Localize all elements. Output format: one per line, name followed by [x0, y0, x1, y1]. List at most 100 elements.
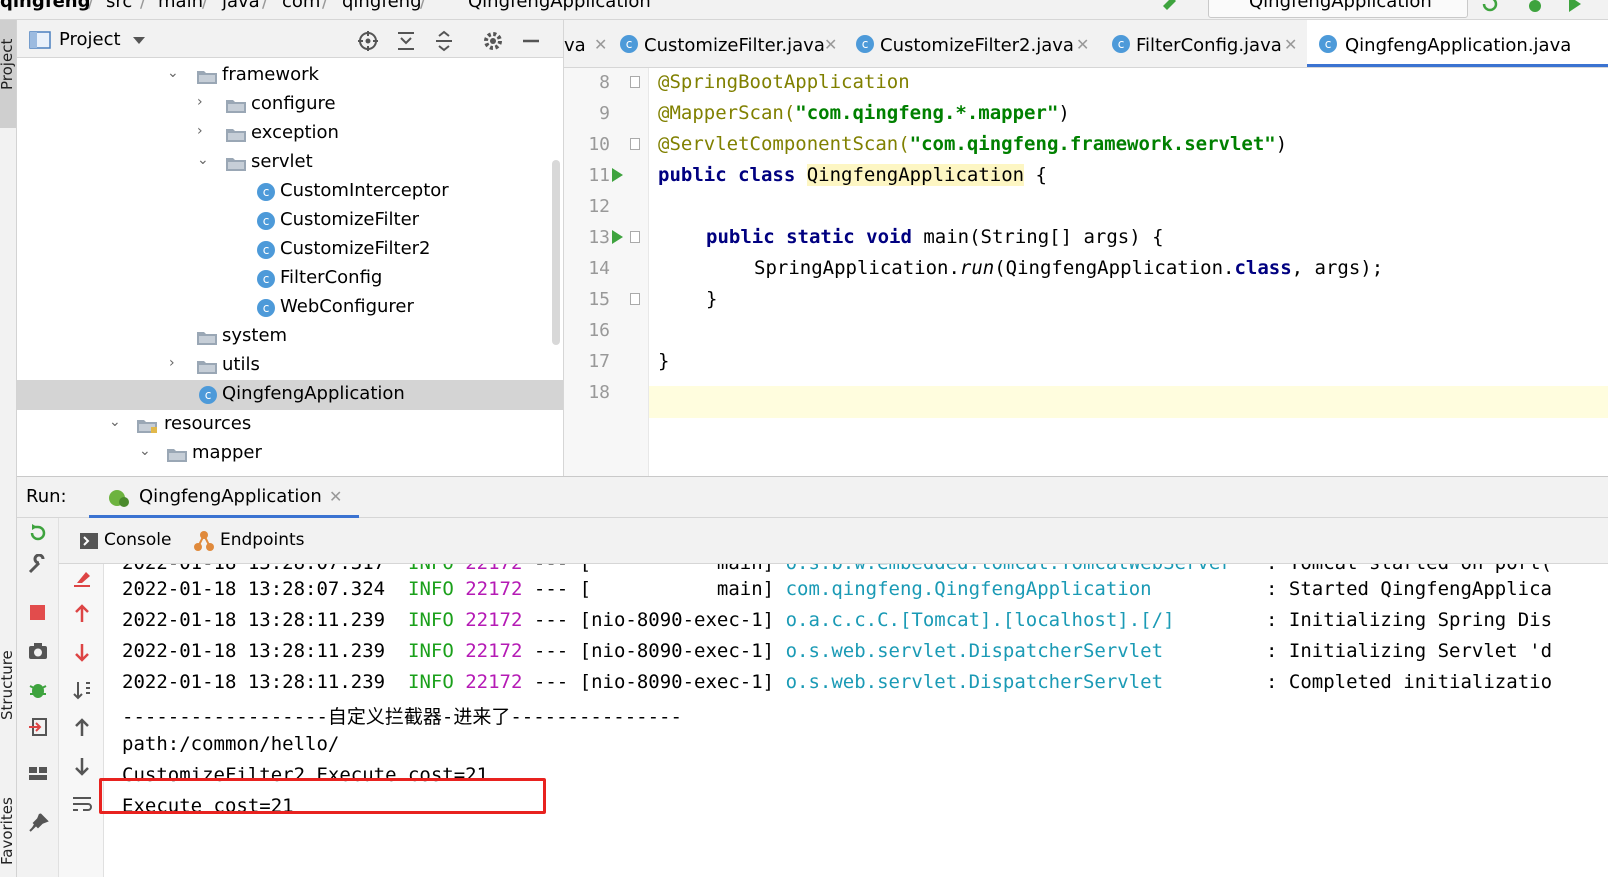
scroll-down-button[interactable]	[59, 751, 104, 781]
breadcrumb-item[interactable]: main	[158, 0, 203, 12]
collapse-all-icon[interactable]	[433, 30, 455, 52]
tree-item-label: WebConfigurer	[280, 296, 414, 317]
chevron-down-icon[interactable]: ⌄	[109, 414, 121, 430]
code-editor[interactable]: 8 9 10 11 12 13 14 15 16 17 18 @SpringBo…	[564, 68, 1608, 476]
close-icon[interactable]: ✕	[824, 35, 837, 54]
close-icon[interactable]: ✕	[1284, 35, 1297, 54]
stop-button[interactable]	[17, 598, 59, 628]
breadcrumb-item[interactable]: qingfeng	[0, 0, 91, 12]
tree-item-custominterceptor[interactable]: c CustomInterceptor	[17, 177, 563, 207]
exit-button[interactable]	[17, 712, 59, 742]
tab-console[interactable]: Console	[104, 530, 172, 550]
java-class-icon: c	[257, 183, 275, 201]
run-configuration-selector[interactable]: QingfengApplication	[1208, 0, 1468, 18]
chevron-down-icon[interactable]	[132, 36, 146, 46]
rerun-button[interactable]	[17, 518, 59, 548]
fold-marker-icon[interactable]	[630, 293, 640, 305]
close-icon[interactable]: ✕	[329, 487, 342, 506]
rerun-icon[interactable]	[1480, 0, 1502, 12]
chevron-right-icon[interactable]: ›	[169, 355, 175, 371]
fold-marker-icon[interactable]	[630, 76, 640, 88]
sort-button[interactable]	[59, 675, 104, 705]
tree-item-customizefilter2[interactable]: c CustomizeFilter2	[17, 235, 563, 265]
tree-item-framework[interactable]: ⌄ framework	[17, 61, 563, 91]
expand-all-icon[interactable]	[395, 30, 417, 52]
tree-item-qingfengapplication[interactable]: c QingfengApplication	[17, 380, 563, 410]
camera-icon	[29, 643, 47, 659]
favorites-tool-tab[interactable]: Favorites	[0, 797, 16, 865]
gear-icon[interactable]	[482, 30, 504, 52]
stop-icon	[30, 605, 45, 620]
run-gutter-icon[interactable]	[612, 168, 623, 182]
tab-customizefilter2[interactable]: c CustomizeFilter2.java ✕	[856, 20, 1104, 67]
breadcrumb-item[interactable]: qingfeng	[342, 0, 422, 12]
run-tab-qingfengapplication[interactable]: QingfengApplication ✕	[89, 477, 359, 518]
build-hammer-icon[interactable]	[1160, 0, 1182, 10]
coverage-icon[interactable]	[1565, 0, 1587, 12]
fold-marker-icon[interactable]	[630, 231, 640, 243]
chevron-right-icon[interactable]: ›	[197, 123, 203, 139]
clear-console-button[interactable]	[59, 564, 104, 594]
code-line-14: SpringApplication.run(QingfengApplicatio…	[754, 257, 1384, 279]
code-line-8: @SpringBootApplication	[658, 71, 910, 93]
locate-target-icon[interactable]	[357, 30, 379, 52]
previous-occurrence-button[interactable]	[59, 599, 104, 629]
layout-button[interactable]	[17, 758, 59, 788]
line-number: 13	[588, 227, 610, 248]
code-line-13: public static void main(String[] args) {	[706, 226, 1164, 248]
tab-customizefilter[interactable]: c CustomizeFilter.java ✕	[620, 20, 852, 67]
tree-item-label: mapper	[192, 442, 262, 463]
soft-wrap-button[interactable]	[59, 789, 104, 819]
project-scrollbar[interactable]	[552, 160, 560, 345]
chevron-down-icon[interactable]: ⌄	[139, 443, 151, 459]
tree-item-label: exception	[251, 122, 339, 143]
chevron-down-icon[interactable]: ⌄	[197, 152, 209, 168]
tree-item-customizefilter[interactable]: c CustomizeFilter	[17, 206, 563, 236]
edit-config-button[interactable]	[17, 550, 59, 580]
tree-item-servlet[interactable]: ⌄ servlet	[17, 148, 563, 178]
chevron-right-icon[interactable]: ›	[197, 94, 203, 110]
tree-item-webconfigurer[interactable]: c WebConfigurer	[17, 293, 563, 323]
close-icon[interactable]: ✕	[1076, 35, 1089, 54]
tree-item-exception[interactable]: › exception	[17, 119, 563, 149]
tree-item-utils[interactable]: › utils	[17, 351, 563, 381]
project-panel-title[interactable]: Project	[59, 29, 121, 50]
pin-tab-button[interactable]	[17, 808, 59, 838]
hide-panel-icon[interactable]	[520, 30, 542, 52]
scroll-up-button[interactable]	[59, 713, 104, 743]
tree-item-label: utils	[222, 354, 260, 375]
close-icon[interactable]: ✕	[594, 35, 607, 54]
project-tool-tab[interactable]: Project	[0, 20, 16, 128]
tab-qingfengapplication[interactable]: c QingfengApplication.java	[1307, 20, 1608, 67]
tab-filterconfig[interactable]: c FilterConfig.java ✕	[1112, 20, 1302, 67]
debug-bug-icon[interactable]	[1525, 0, 1547, 12]
breadcrumb-item[interactable]: com	[282, 0, 320, 12]
breadcrumb-item[interactable]: QingfengApplication	[468, 0, 651, 12]
breadcrumb-item[interactable]: java	[222, 0, 260, 12]
tab-endpoints[interactable]: Endpoints	[220, 530, 305, 550]
tree-item-label: CustomizeFilter	[280, 209, 420, 230]
tree-item-system[interactable]: system	[17, 322, 563, 352]
run-label: Run:	[26, 486, 67, 507]
tree-item-filterconfig[interactable]: c FilterConfig	[17, 264, 563, 294]
fold-marker-icon[interactable]	[630, 138, 640, 150]
clear-eraser-icon	[74, 572, 90, 587]
run-gutter-icon[interactable]	[612, 230, 623, 244]
tree-item-configure[interactable]: › configure	[17, 90, 563, 120]
tree-item-resources[interactable]: ⌄ resources	[17, 410, 563, 440]
next-occurrence-button[interactable]	[59, 637, 104, 667]
chevron-down-icon[interactable]: ⌄	[167, 65, 179, 81]
debug-button[interactable]	[17, 674, 59, 704]
tab-partial[interactable]: va ✕	[564, 20, 620, 67]
highlight-annotation-box	[99, 778, 546, 814]
breadcrumb-item[interactable]: src	[106, 0, 132, 12]
java-class-icon: c	[257, 270, 275, 288]
console-output[interactable]: 2022-01-18 13:28:07.317 INFO 22172 --- […	[104, 564, 1608, 877]
tree-item-mapper[interactable]: ⌄ mapper	[17, 439, 563, 469]
sort-down-icon	[73, 682, 90, 700]
log-line: 2022-01-18 13:28:11.239 INFO 22172 --- […	[122, 609, 1553, 631]
structure-tool-tab[interactable]: Structure	[0, 650, 16, 720]
tree-item-label: framework	[222, 64, 319, 85]
dump-threads-button[interactable]	[17, 636, 59, 666]
layout-icon	[29, 767, 47, 780]
